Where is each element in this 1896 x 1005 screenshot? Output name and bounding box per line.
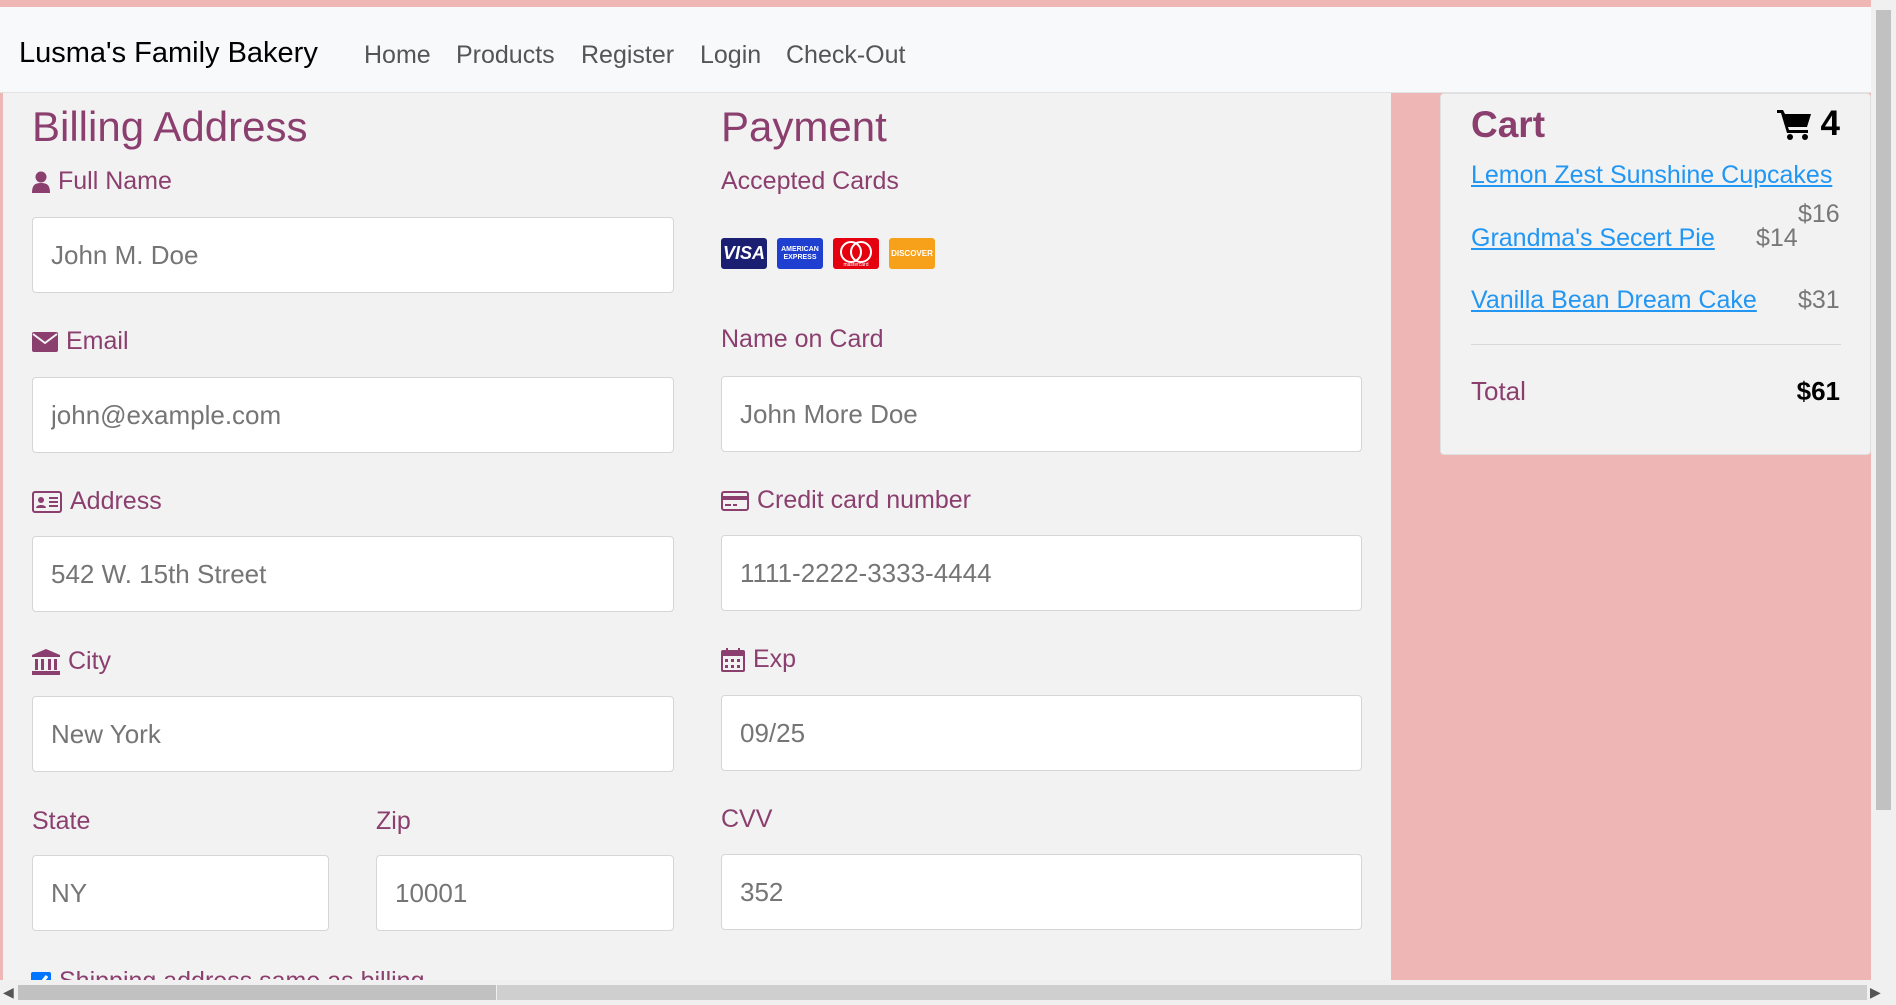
accepted-cards-label: Accepted Cards	[721, 167, 899, 196]
scroll-right-arrow-icon[interactable]: ▶	[1870, 984, 1881, 1001]
user-icon	[32, 171, 50, 193]
cvv-input[interactable]	[721, 854, 1362, 930]
cart-title: Cart	[1471, 104, 1546, 145]
full-name-label: Full Name	[32, 167, 172, 196]
card-number-label-text: Credit card number	[757, 486, 971, 514]
cart-item-link[interactable]: Grandma's Secert Pie	[1471, 224, 1715, 253]
horizontal-scroll-thumb[interactable]	[18, 985, 496, 1000]
state-label: State	[32, 807, 90, 836]
full-name-input[interactable]	[32, 217, 674, 293]
brand-link[interactable]: Lusma's Family Bakery	[19, 37, 318, 70]
accepted-cards-label-text: Accepted Cards	[721, 167, 899, 195]
state-input[interactable]	[32, 855, 329, 931]
payment-heading: Payment	[721, 103, 887, 150]
card-number-label: Credit card number	[721, 486, 971, 515]
name-on-card-label: Name on Card	[721, 325, 884, 354]
address-label-text: Address	[70, 487, 162, 515]
shopping-cart-icon	[1776, 110, 1811, 140]
horizontal-scrollbar[interactable]: ◀ ▶	[0, 980, 1896, 1005]
checkout-form-panel: Billing Address Full Name Email Address …	[3, 93, 1391, 983]
city-input[interactable]	[32, 696, 674, 772]
email-label: Email	[32, 327, 129, 356]
nav-products[interactable]: Products	[456, 41, 555, 70]
address-card-icon	[32, 490, 62, 513]
nav-checkout[interactable]: Check-Out	[786, 41, 905, 70]
cvv-label: CVV	[721, 805, 772, 834]
cart-item-price: $16	[1798, 200, 1840, 228]
billing-heading: Billing Address	[32, 103, 308, 150]
zip-label: Zip	[376, 807, 411, 836]
cart-item-link[interactable]: Vanilla Bean Dream Cake	[1471, 286, 1757, 315]
exp-input[interactable]	[721, 695, 1362, 771]
amex-icon: AMERICAN EXPRESS	[777, 238, 823, 269]
mastercard-text: mastercard	[843, 262, 869, 268]
cart-total-value: $61	[1796, 376, 1840, 406]
cart-divider	[1471, 344, 1841, 345]
cart-count: 4	[1820, 104, 1840, 143]
email-label-text: Email	[66, 327, 129, 355]
city-label-text: City	[68, 647, 112, 675]
name-on-card-input[interactable]	[721, 376, 1362, 452]
full-name-label-text: Full Name	[58, 167, 172, 195]
cart-item-price: $14	[1756, 224, 1798, 252]
cart-count-badge: 4	[1776, 104, 1840, 144]
nav-login[interactable]: Login	[700, 41, 761, 70]
horizontal-scroll-track	[497, 985, 1867, 1000]
zip-input[interactable]	[376, 855, 674, 931]
nav-home[interactable]: Home	[364, 41, 431, 70]
institution-icon	[32, 648, 60, 675]
vertical-scroll-thumb[interactable]	[1876, 10, 1891, 810]
cart-item-link[interactable]: Lemon Zest Sunshine Cupcakes	[1471, 161, 1832, 190]
cart-item-price: $31	[1798, 286, 1840, 314]
credit-card-icon	[721, 490, 749, 511]
visa-icon: VISA	[721, 238, 767, 269]
mastercard-icon: mastercard	[833, 238, 879, 269]
card-number-input[interactable]	[721, 535, 1362, 611]
name-on-card-label-text: Name on Card	[721, 325, 884, 353]
exp-label: Exp	[721, 645, 796, 674]
state-label-text: State	[32, 807, 91, 835]
exp-label-text: Exp	[753, 645, 797, 673]
calendar-icon	[721, 647, 745, 672]
navbar: Lusma's Family Bakery Home Products Regi…	[0, 7, 1871, 93]
cvv-label-text: CVV	[721, 805, 773, 833]
address-label: Address	[32, 487, 162, 516]
city-label: City	[32, 647, 111, 676]
envelope-icon	[32, 331, 58, 352]
scroll-left-arrow-icon[interactable]: ◀	[3, 984, 14, 1001]
discover-icon: DISCOVER	[889, 238, 935, 269]
email-input[interactable]	[32, 377, 674, 453]
accepted-cards-icons: VISA AMERICAN EXPRESS mastercard DISCOVE…	[721, 238, 935, 269]
cart-total-label: Total	[1471, 376, 1526, 406]
nav-register[interactable]: Register	[581, 41, 674, 70]
vertical-scrollbar[interactable]	[1871, 0, 1896, 980]
cart-box: Cart 4 Lemon Zest Sunshine Cupcakes $16 …	[1440, 93, 1871, 455]
zip-label-text: Zip	[376, 807, 411, 835]
address-input[interactable]	[32, 536, 674, 612]
